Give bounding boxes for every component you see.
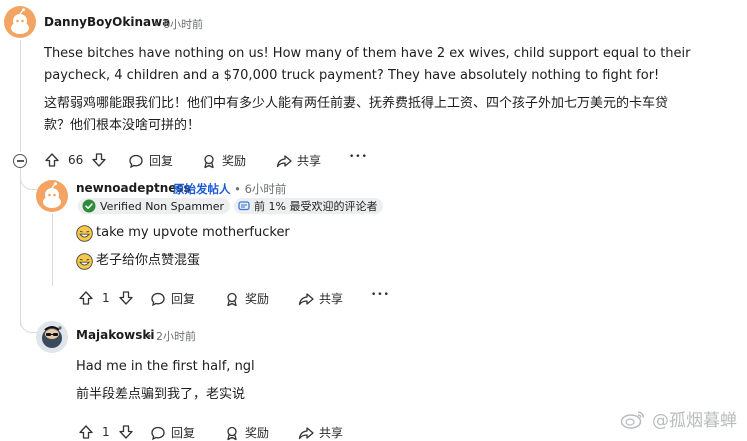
- meta-separator: •: [234, 182, 241, 196]
- username[interactable]: Majakowski: [76, 328, 154, 342]
- thread-line-root: [20, 40, 21, 152]
- share-label: 共享: [319, 292, 344, 306]
- share-icon: [276, 154, 292, 167]
- more-options-button[interactable]: •••: [371, 290, 390, 300]
- thread-line-curve-2: [20, 318, 37, 333]
- vote-control: 1: [78, 290, 134, 306]
- comment-text-zh: 老子给你点赞混蛋: [76, 250, 200, 272]
- verified-badge-label: Verified Non Spammer: [100, 199, 225, 213]
- award-icon: [227, 292, 237, 306]
- verified-badge[interactable]: Verified Non Spammer: [78, 198, 231, 214]
- timestamp: 2小时前: [156, 330, 196, 343]
- emoji-grin-icon: [76, 224, 93, 242]
- comment-text-en: Had me in the first half, ngl: [76, 359, 255, 374]
- comment-text-en: take my upvote motherfucker: [76, 222, 290, 244]
- upvote-icon[interactable]: [44, 152, 60, 168]
- comment-meta: 原始发帖人 • 6小时前: [173, 181, 286, 197]
- share-label: 共享: [319, 426, 344, 440]
- avatar[interactable]: [36, 180, 68, 212]
- award-label: 奖励: [245, 292, 270, 306]
- reply-label: 回复: [171, 292, 196, 306]
- top-commenter-label: 前 1% 最受欢迎的评论者: [254, 200, 378, 213]
- meta-separator: •: [153, 18, 160, 31]
- downvote-icon[interactable]: [118, 290, 134, 306]
- reply-label: 回复: [149, 154, 174, 168]
- share-button[interactable]: 共享: [298, 290, 343, 307]
- vote-control: 66: [44, 152, 107, 168]
- award-button[interactable]: 奖励: [201, 152, 246, 169]
- collapse-icon: [16, 160, 24, 162]
- reply-icon: [151, 292, 165, 306]
- reply-button[interactable]: 回复: [128, 152, 173, 169]
- reply-icon: [129, 154, 143, 168]
- snoo-avatar-icon: [43, 182, 61, 208]
- reply-button[interactable]: 回复: [150, 290, 195, 307]
- award-label: 奖励: [222, 154, 247, 168]
- comment-text-zh: 前半段差点骗到我了，老实说: [76, 387, 246, 402]
- more-options-button[interactable]: •••: [349, 152, 368, 162]
- emoji-grin-icon: [76, 252, 93, 270]
- award-label: 奖励: [245, 426, 270, 440]
- reply-button[interactable]: 回复: [150, 424, 195, 441]
- vote-count: 66: [68, 153, 84, 167]
- thread-line-branch: [20, 168, 21, 326]
- comment-meta: • 6小时前: [153, 16, 203, 32]
- snoo-avatar-icon: [11, 8, 29, 34]
- username[interactable]: DannyBoyOkinawa: [44, 15, 170, 29]
- award-icon: [204, 154, 214, 168]
- avatar[interactable]: [4, 6, 36, 38]
- reply-label: 回复: [171, 426, 196, 440]
- watermark: @孤烟暮蝉: [620, 406, 737, 431]
- reply-icon: [151, 426, 165, 440]
- upvote-icon[interactable]: [78, 290, 94, 306]
- custom-avatar-icon: [42, 326, 62, 348]
- op-label: 原始发帖人: [173, 182, 231, 196]
- downvote-icon[interactable]: [91, 152, 107, 168]
- award-button[interactable]: 奖励: [224, 424, 269, 441]
- comment-meta: • 2小时前: [146, 328, 196, 344]
- timestamp: 6小时前: [163, 18, 203, 31]
- timestamp: 6小时前: [244, 182, 287, 196]
- award-icon: [227, 426, 237, 440]
- share-button[interactable]: 共享: [298, 424, 343, 441]
- thread-line-curve-1: [20, 175, 37, 190]
- verified-check-icon: [82, 199, 96, 213]
- vote-count: 1: [102, 291, 110, 305]
- share-icon: [298, 426, 314, 439]
- collapse-button[interactable]: [13, 154, 27, 168]
- upvote-icon[interactable]: [78, 424, 94, 440]
- more-icon: •••: [371, 290, 390, 300]
- top-commenter-badge[interactable]: 前 1% 最受欢迎的评论者: [234, 198, 384, 214]
- comment-text-en-label: take my upvote motherfucker: [96, 225, 290, 240]
- share-label: 共享: [297, 154, 322, 168]
- weibo-logo-icon: [620, 410, 645, 429]
- comment-text-zh: 这帮弱鸡哪能跟我们比！他们中有多少人能有两任前妻、抚养费抵得上工资、四个孩子外加…: [44, 96, 669, 133]
- top-commenter-icon: [238, 201, 250, 211]
- vote-count: 1: [102, 425, 110, 439]
- comment-text-en: These bitches have nothing on us! How ma…: [44, 46, 691, 83]
- meta-separator: •: [146, 330, 153, 343]
- more-icon: •••: [349, 152, 368, 162]
- downvote-icon[interactable]: [118, 424, 134, 440]
- watermark-text: @孤烟暮蝉: [652, 411, 737, 431]
- share-icon: [298, 292, 314, 305]
- comment-text-zh-label: 老子给你点赞混蛋: [96, 253, 201, 268]
- vote-control: 1: [78, 424, 134, 440]
- thread-line-reply-1: [52, 214, 53, 286]
- share-button[interactable]: 共享: [276, 152, 321, 169]
- avatar[interactable]: [36, 321, 68, 353]
- award-button[interactable]: 奖励: [224, 290, 269, 307]
